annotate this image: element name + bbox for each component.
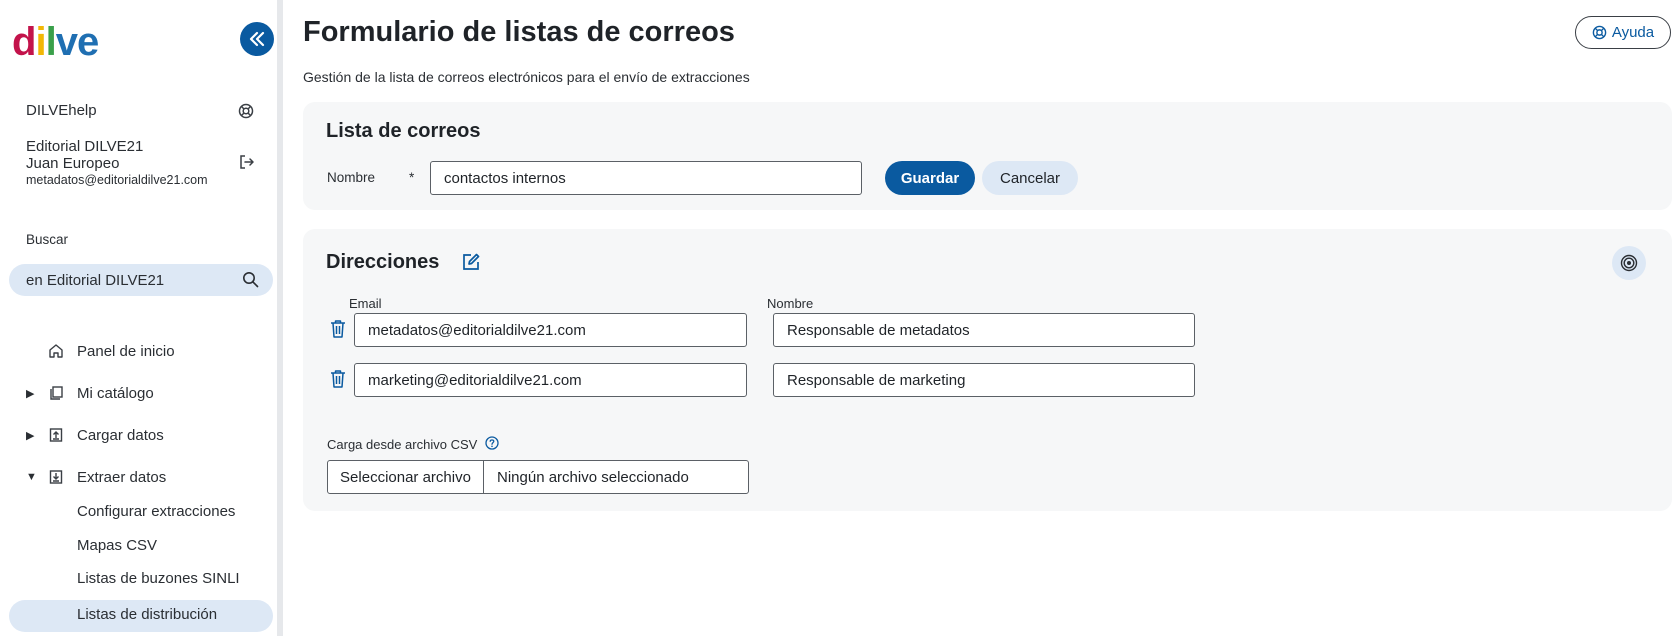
help-label: Ayuda xyxy=(1611,24,1655,41)
file-status: Ningún archivo seleccionado xyxy=(497,468,689,486)
contact-name-value: Responsable de marketing xyxy=(787,371,966,389)
user-org: Editorial DILVE21 xyxy=(26,138,144,155)
name-column-header: Nombre xyxy=(767,296,814,311)
csv-label: Carga desde archivo CSV xyxy=(327,437,478,452)
nav-item-panel-de-inicio[interactable]: Panel de inicio xyxy=(0,335,283,367)
caret-down-icon[interactable]: ▼ xyxy=(26,471,37,483)
sub-item-mapas-csv[interactable]: Mapas CSV xyxy=(77,537,157,554)
user-email: metadatos@editorialdilve21.com xyxy=(26,173,208,187)
search-input[interactable]: en Editorial DILVE21 xyxy=(9,264,273,296)
lifebuoy-icon xyxy=(1592,25,1607,40)
nav-item-mi-catalogo[interactable]: ▶ Mi catálogo xyxy=(0,377,283,409)
nav-label: Mi catálogo xyxy=(77,384,154,402)
nav-item-extraer-datos[interactable]: ▼ Extraer datos xyxy=(0,461,283,493)
caret-right-icon[interactable]: ▶ xyxy=(26,429,34,442)
select-file-button[interactable]: Seleccionar archivo xyxy=(328,461,484,493)
caret-right-icon[interactable]: ▶ xyxy=(26,387,34,400)
catalog-icon xyxy=(48,385,64,405)
cancel-button[interactable]: Cancelar xyxy=(982,161,1078,195)
upload-icon xyxy=(48,427,64,447)
logout-icon[interactable] xyxy=(238,154,255,175)
nav-label: Panel de inicio xyxy=(77,342,175,360)
name-label: Nombre xyxy=(327,170,376,185)
help-button[interactable]: Ayuda xyxy=(1575,16,1671,49)
double-chevron-left-icon xyxy=(249,31,265,47)
edit-icon[interactable] xyxy=(461,252,481,277)
save-button[interactable]: Guardar xyxy=(885,161,975,195)
email-value: metadatos@editorialdilve21.com xyxy=(368,321,586,339)
logo-letter: d xyxy=(12,20,36,64)
search-value: en Editorial DILVE21 xyxy=(26,271,165,289)
target-icon xyxy=(1620,254,1638,272)
sub-item-listas-de-distribucion[interactable]: Listas de distribución xyxy=(77,606,217,623)
home-icon xyxy=(48,343,64,363)
target-button[interactable] xyxy=(1612,246,1646,280)
sub-item-listas-buzones-sinli[interactable]: Listas de buzones SINLI xyxy=(77,570,240,587)
info-icon[interactable] xyxy=(485,436,499,455)
list-card: Lista de correos Nombre * contactos inte… xyxy=(303,102,1672,210)
email-value: marketing@editorialdilve21.com xyxy=(368,371,582,389)
page-subtitle: Gestión de la lista de correos electróni… xyxy=(303,69,750,85)
download-icon xyxy=(48,469,64,489)
email-column-header: Email xyxy=(349,296,382,311)
user-name: Juan Europeo xyxy=(26,155,120,172)
required-mark: * xyxy=(409,170,415,185)
list-name-value: contactos internos xyxy=(444,169,566,187)
contact-name-input[interactable]: Responsable de metadatos xyxy=(773,313,1195,347)
trash-icon[interactable] xyxy=(329,319,347,344)
main-content: Formulario de listas de correos Gestión … xyxy=(283,0,1677,636)
contact-name-value: Responsable de metadatos xyxy=(787,321,970,339)
list-name-input[interactable]: contactos internos xyxy=(430,161,862,195)
contact-name-input[interactable]: Responsable de marketing xyxy=(773,363,1195,397)
search-label: Buscar xyxy=(26,232,69,247)
dilvehelp-link[interactable]: DILVEhelp xyxy=(26,102,97,119)
logo-letter: v xyxy=(55,20,78,64)
csv-file-input: Seleccionar archivo Ningún archivo selec… xyxy=(327,460,749,494)
dilve-logo[interactable]: dilve xyxy=(12,20,99,65)
email-input[interactable]: metadatos@editorialdilve21.com xyxy=(354,313,747,347)
nav-label: Cargar datos xyxy=(77,426,164,444)
addresses-card-title: Direcciones xyxy=(326,251,440,273)
page-title: Formulario de listas de correos xyxy=(303,16,735,48)
addresses-card: Direcciones Email Nombre metadatos@edito… xyxy=(303,229,1672,511)
nav-label: Extraer datos xyxy=(77,468,167,486)
sub-item-configurar-extracciones[interactable]: Configurar extracciones xyxy=(77,503,235,520)
logo-letter: e xyxy=(76,20,99,64)
trash-icon[interactable] xyxy=(329,369,347,394)
lifebuoy-icon[interactable] xyxy=(238,103,254,124)
logo-letter: i xyxy=(35,20,46,64)
email-input[interactable]: marketing@editorialdilve21.com xyxy=(354,363,747,397)
search-icon[interactable] xyxy=(242,271,259,292)
logo-letter: l xyxy=(45,20,57,64)
collapse-sidebar-button[interactable] xyxy=(240,22,274,56)
list-card-title: Lista de correos xyxy=(326,120,481,142)
sidebar: dilve DILVEhelp Editorial DILVE21 Juan E… xyxy=(0,0,283,636)
nav-item-cargar-datos[interactable]: ▶ Cargar datos xyxy=(0,419,283,451)
